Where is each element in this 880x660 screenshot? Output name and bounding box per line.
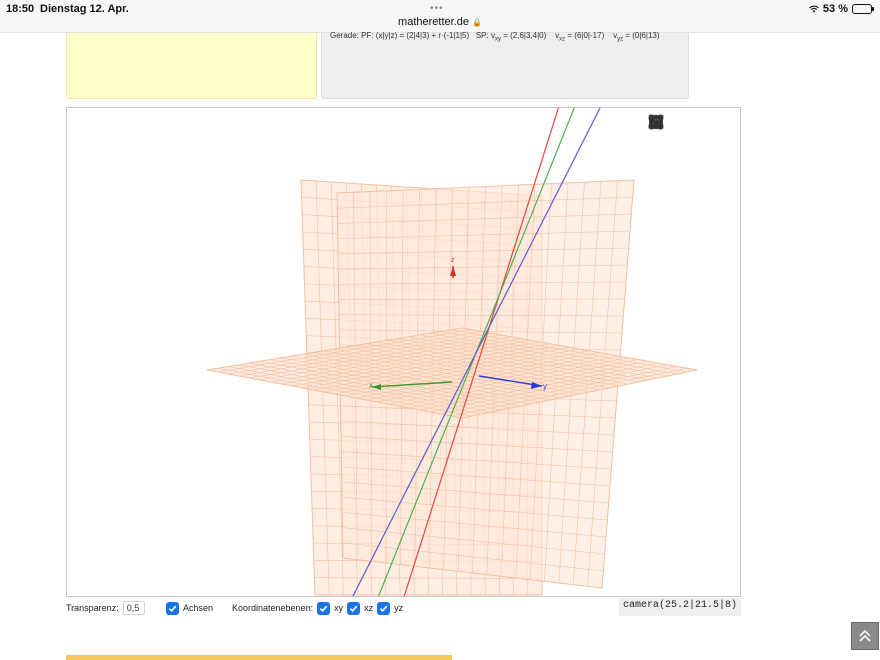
xy-checkbox[interactable] bbox=[317, 601, 331, 615]
fullscreen-icon[interactable] bbox=[648, 114, 732, 132]
planes-control: Koordinatenebenen: xy xz yz bbox=[232, 600, 403, 616]
line-equation: Gerade: PF: (x|y|z) = (2|4|3) + r·(-1|1|… bbox=[330, 31, 660, 43]
more-dots-icon[interactable]: ••• bbox=[430, 3, 444, 14]
xy-label: xy bbox=[334, 603, 344, 613]
sp-label: SP: bbox=[475, 31, 489, 40]
axes-label: Achsen bbox=[183, 603, 214, 613]
sxz-value: = (6|0|-17) bbox=[565, 31, 605, 40]
viewer-toolbar bbox=[648, 114, 732, 132]
planes-label: Koordinatenebenen: bbox=[232, 603, 314, 613]
chevron-up-icon bbox=[859, 629, 871, 642]
cube-icon[interactable] bbox=[649, 114, 710, 132]
yz-checkbox[interactable] bbox=[377, 601, 391, 615]
3d-scene[interactable]: x y z bbox=[67, 108, 741, 597]
viewer-controls: Transparenz: Achsen Koordinatenebenen: x… bbox=[66, 598, 741, 618]
scroll-to-top-button[interactable] bbox=[851, 622, 879, 650]
line-label: Gerade: PF: (x|y|z) = (2|4|3) + r·(-1|1|… bbox=[330, 31, 470, 40]
syz-value: = (0|6|13) bbox=[623, 31, 660, 40]
info-box: Gerade: PF: (x|y|z) = (2|4|3) + r·(-1|1|… bbox=[321, 31, 689, 99]
camera-readout: camera(25.2|21.5|8) bbox=[618, 598, 741, 616]
xy-plane bbox=[206, 327, 698, 419]
status-bar: 18:50 Dienstag 12. Apr. ••• matheretter.… bbox=[0, 0, 880, 33]
status-time: 18:50 bbox=[6, 3, 35, 15]
transparency-label: Transparenz: bbox=[66, 603, 119, 613]
axes-checkbox[interactable] bbox=[166, 601, 179, 615]
transparency-input[interactable] bbox=[122, 601, 145, 615]
battery-icon bbox=[852, 4, 874, 14]
transparency-control: Transparenz: bbox=[66, 600, 145, 616]
xz-checkbox[interactable] bbox=[347, 601, 361, 615]
yz-label: yz bbox=[394, 603, 404, 613]
note-box bbox=[66, 33, 317, 99]
status-right: 53 % bbox=[809, 3, 874, 15]
link-icon[interactable] bbox=[648, 114, 688, 132]
sxy-value: = (2,6|3,4|0) bbox=[500, 31, 547, 40]
url-text: matheretter.de bbox=[398, 16, 469, 28]
z-axis-label: z bbox=[451, 257, 455, 264]
status-date: Dienstag 12. Apr. bbox=[40, 3, 129, 15]
3d-viewer[interactable]: x y z bbox=[66, 107, 741, 597]
xz-label: xz bbox=[364, 603, 374, 613]
x-axis-label: x bbox=[369, 381, 373, 390]
y-axis-label: y bbox=[543, 382, 547, 391]
address-bar[interactable]: matheretter.de 🔒 bbox=[0, 16, 880, 28]
battery-percent: 53 % bbox=[822, 3, 848, 15]
bottom-accent-bar bbox=[66, 655, 452, 660]
axes-control: Achsen bbox=[166, 600, 213, 616]
lock-icon: 🔒 bbox=[471, 18, 482, 27]
wifi-icon bbox=[809, 5, 819, 13]
